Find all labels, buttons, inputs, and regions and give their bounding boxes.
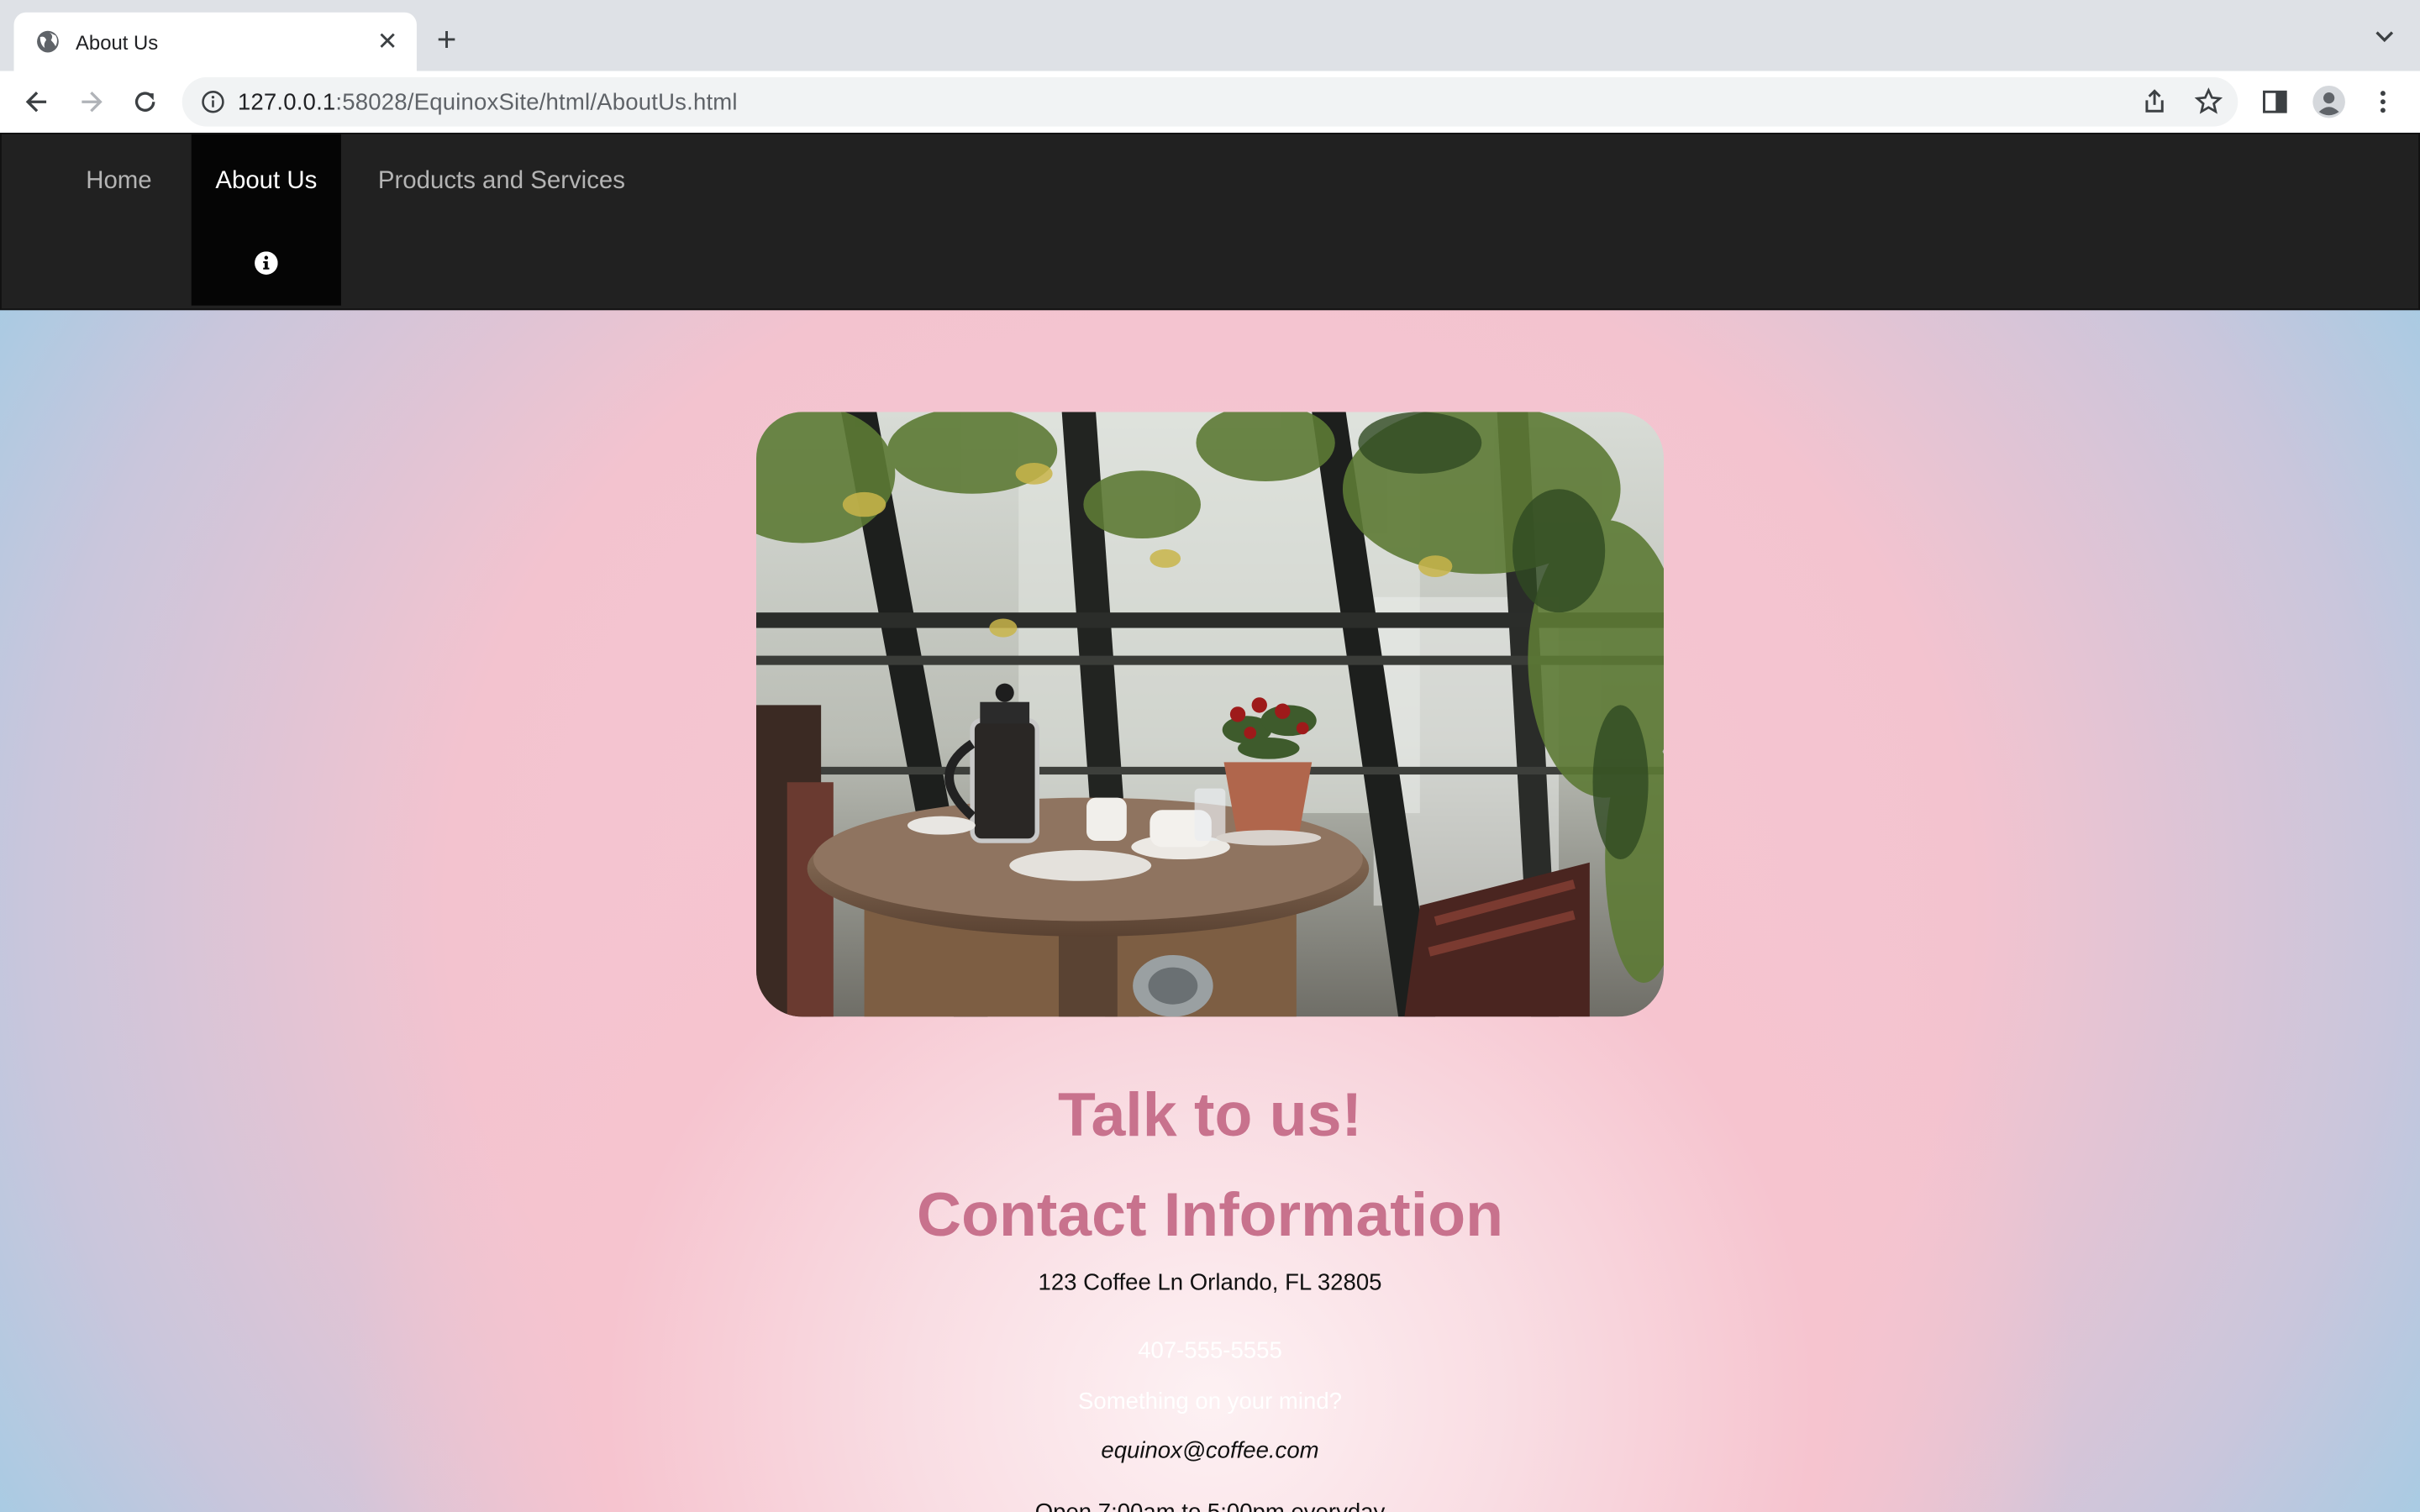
site-info-icon[interactable]: [201, 90, 225, 114]
chevron-down-icon[interactable]: [2370, 22, 2398, 50]
nav-home-label: Home: [86, 168, 152, 195]
hours-text: Open 7:00am to 5:00pm everyday: [0, 1499, 2420, 1512]
talk-to-us-heading: Talk to us!: [1058, 1081, 1362, 1150]
nav-about-label: About Us: [215, 168, 318, 195]
url-text: 127.0.0.1:58028/EquinoxSite/html/AboutUs…: [237, 88, 738, 115]
share-icon[interactable]: [2139, 87, 2170, 118]
back-icon[interactable]: [22, 87, 53, 118]
forward-icon[interactable]: [76, 87, 107, 118]
close-tab-icon[interactable]: ✕: [373, 26, 401, 57]
cafe-hero-image: [756, 412, 1664, 1017]
nav-home[interactable]: Home: [63, 134, 174, 306]
menu-dots-icon[interactable]: [2368, 87, 2399, 118]
contact-information-heading: Contact Information: [917, 1181, 1503, 1250]
address-bar[interactable]: 127.0.0.1:58028/EquinoxSite/html/AboutUs…: [182, 76, 2238, 127]
profile-avatar-icon[interactable]: [2312, 85, 2345, 118]
email-link[interactable]: equinox@coffee.com: [0, 1438, 2420, 1464]
new-tab-icon[interactable]: +: [437, 20, 457, 60]
tab-strip: About Us ✕ +: [0, 0, 2420, 71]
browser-tab[interactable]: About Us ✕: [13, 12, 417, 71]
nav-products-label: Products and Services: [377, 168, 625, 195]
site-navbar: Home About Us Products and Services: [0, 132, 2420, 311]
prompt-text: Something on your mind?: [1078, 1389, 1342, 1415]
nav-about-us[interactable]: About Us: [191, 134, 341, 306]
phone-text: 407-555-5555: [1138, 1337, 1282, 1364]
bookmark-star-icon[interactable]: [2193, 87, 2224, 118]
page-viewport: Home About Us Products and Services Talk…: [0, 132, 2420, 1512]
nav-products-services[interactable]: Products and Services: [360, 134, 644, 306]
address-text: 123 Coffee Ln Orlando, FL 32805: [1038, 1269, 1382, 1296]
browser-toolbar: 127.0.0.1:58028/EquinoxSite/html/AboutUs…: [0, 71, 2420, 133]
reload-icon[interactable]: [129, 87, 160, 118]
globe-icon: [37, 30, 59, 53]
info-circle-icon: [255, 251, 278, 275]
side-panel-icon[interactable]: [2260, 87, 2291, 118]
tab-title: About Us: [76, 29, 159, 54]
